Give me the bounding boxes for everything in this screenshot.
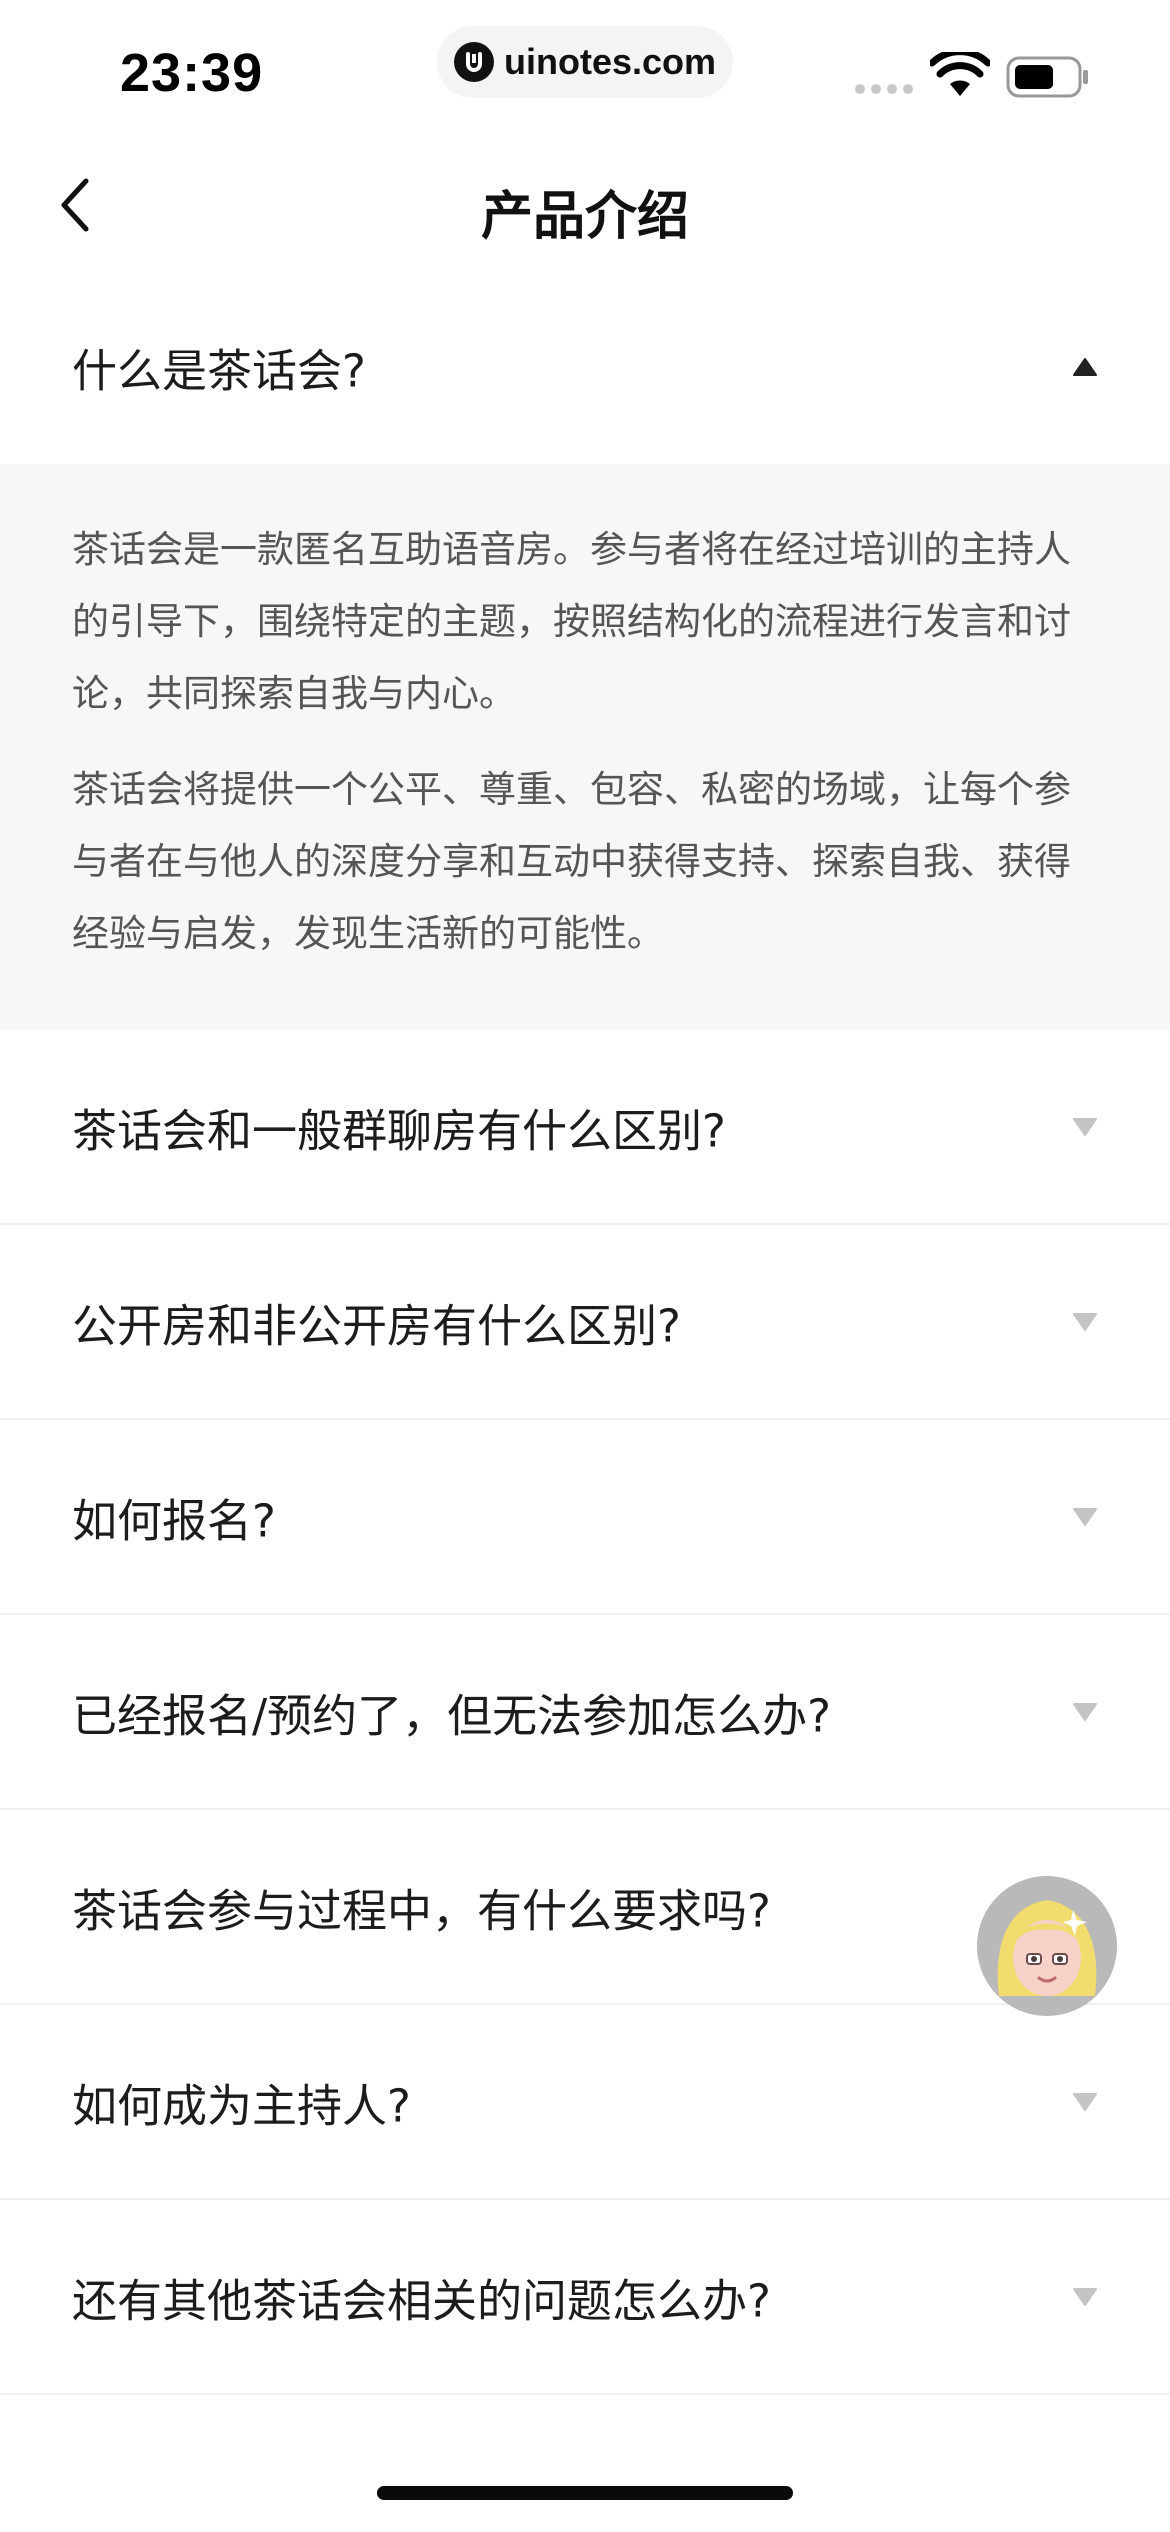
faq-answer-paragraph: 茶话会是一款匿名互助语音房。参与者将在经过培训的主持人的引导下，围绕特定的主题，… (72, 528, 1071, 715)
faq-question-row[interactable]: 如何成为主持人? (0, 2005, 1170, 2200)
caret-down-icon (1073, 1117, 1097, 1136)
faq-item: 如何成为主持人? (0, 2005, 1170, 2200)
faq-item: 茶话会和一般群聊房有什么区别? (0, 1030, 1170, 1225)
faq-question: 茶话会和一般群聊房有什么区别? (72, 1104, 726, 1157)
page-title: 产品介绍 (480, 187, 689, 247)
cellular-signal-icon (855, 84, 913, 94)
status-time: 23:39 (120, 43, 264, 103)
home-indicator (377, 2486, 793, 2500)
caret-down-icon (1073, 2092, 1097, 2111)
caret-up-icon (1073, 358, 1097, 376)
faq-question-row[interactable]: 公开房和非公开房有什么区别? (0, 1225, 1170, 1420)
faq-question: 如何成为主持人? (72, 2079, 411, 2132)
url-text: uinotes.com (503, 41, 717, 82)
faq-answer: 茶话会是一款匿名互助语音房。参与者将在经过培训的主持人的引导下，围绕特定的主题，… (0, 464, 1170, 1030)
faq-question: 已经报名/预约了，但无法参加怎么办? (72, 1689, 832, 1742)
faq-question-row[interactable]: 已经报名/预约了，但无法参加怎么办? (0, 1615, 1170, 1810)
faq-item: 如何报名? (0, 1420, 1170, 1615)
faq-item: 公开房和非公开房有什么区别? (0, 1225, 1170, 1420)
url-pill[interactable]: uinotes.com (437, 26, 733, 98)
faq-answer-paragraph: 茶话会将提供一个公平、尊重、包容、私密的场域，让每个参与者在与他人的深度分享和互… (72, 768, 1071, 955)
caret-down-icon (1073, 1507, 1097, 1526)
faq-question-row[interactable]: 什么是茶话会? (0, 270, 1170, 464)
faq-question: 如何报名? (72, 1494, 276, 1547)
faq-question: 什么是茶话会? (72, 344, 366, 398)
faq-question: 茶话会参与过程中，有什么要求吗? (72, 1884, 771, 1937)
faq-question-row[interactable]: 如何报名? (0, 1420, 1170, 1615)
faq-question-row[interactable]: 茶话会和一般群聊房有什么区别? (0, 1030, 1170, 1225)
nav-bar: 产品介绍 (0, 140, 1170, 270)
caret-down-icon (1073, 2287, 1097, 2306)
faq-question: 还有其他茶话会相关的问题怎么办? (72, 2274, 771, 2327)
faq-item: 已经报名/预约了，但无法参加怎么办? (0, 1615, 1170, 1810)
wifi-icon (930, 52, 990, 96)
caret-down-icon (1073, 1312, 1097, 1331)
assistant-avatar-button[interactable] (977, 1876, 1117, 2016)
faq-question: 公开房和非公开房有什么区别? (72, 1299, 681, 1352)
cartoon-avatar-icon (977, 1876, 1117, 2016)
faq-list: 什么是茶话会? 茶话会是一款匿名互助语音房。参与者将在经过培训的主持人的引导下，… (0, 270, 1170, 2395)
faq-item: 什么是茶话会? 茶话会是一款匿名互助语音房。参与者将在经过培训的主持人的引导下，… (0, 270, 1170, 1030)
faq-item: 还有其他茶话会相关的问题怎么办? (0, 2200, 1170, 2395)
battery-icon (1006, 56, 1088, 98)
caret-down-icon (1073, 1702, 1097, 1721)
site-logo-icon (453, 42, 494, 82)
status-bar: 23:39 uinotes.com (0, 0, 1170, 140)
faq-question-row[interactable]: 还有其他茶话会相关的问题怎么办? (0, 2200, 1170, 2395)
